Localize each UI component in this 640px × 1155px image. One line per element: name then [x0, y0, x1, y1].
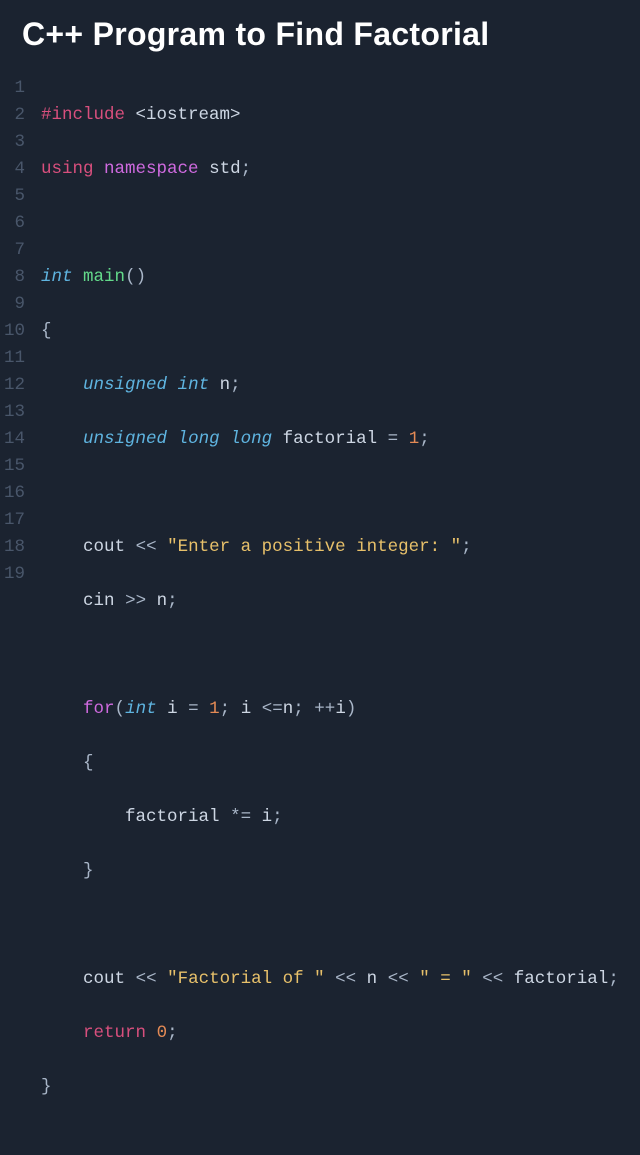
line-number: 2 [4, 102, 25, 129]
code-line: unsigned long long factorial = 1; [41, 426, 619, 453]
line-number: 15 [4, 453, 25, 480]
line-number: 16 [4, 480, 25, 507]
code-line: for(int i = 1; i <=n; ++i) [41, 696, 619, 723]
line-number: 13 [4, 399, 25, 426]
line-number: 9 [4, 291, 25, 318]
code-block: #include <iostream> using namespace std;… [41, 75, 619, 1155]
code-line: factorial *= i; [41, 804, 619, 831]
line-number: 18 [4, 534, 25, 561]
code-line: unsigned int n; [41, 372, 619, 399]
code-line: } [41, 858, 619, 885]
line-number: 7 [4, 237, 25, 264]
line-number: 10 [4, 318, 25, 345]
code-line: { [41, 750, 619, 777]
line-number: 3 [4, 129, 25, 156]
code-line: cout << "Enter a positive integer: "; [41, 534, 619, 561]
line-number: 8 [4, 264, 25, 291]
code-line [41, 480, 619, 507]
code-line [41, 912, 619, 939]
code-line [41, 210, 619, 237]
code-line: using namespace std; [41, 156, 619, 183]
code-line: { [41, 318, 619, 345]
code-editor: 1 2 3 4 5 6 7 8 9 10 11 12 13 14 15 16 1… [0, 75, 640, 1155]
line-number-gutter: 1 2 3 4 5 6 7 8 9 10 11 12 13 14 15 16 1… [4, 75, 41, 1155]
line-number: 1 [4, 75, 25, 102]
code-line: int main() [41, 264, 619, 291]
code-line: } [41, 1074, 619, 1101]
code-line: cout << "Factorial of " << n << " = " <<… [41, 966, 619, 993]
code-line: cin >> n; [41, 588, 619, 615]
line-number: 17 [4, 507, 25, 534]
code-line: return 0; [41, 1020, 619, 1047]
code-line: #include <iostream> [41, 102, 619, 129]
line-number: 6 [4, 210, 25, 237]
line-number: 11 [4, 345, 25, 372]
line-number: 19 [4, 561, 25, 588]
line-number: 5 [4, 183, 25, 210]
line-number: 14 [4, 426, 25, 453]
code-line [41, 642, 619, 669]
page-title: C++ Program to Find Factorial [0, 0, 640, 75]
line-number: 4 [4, 156, 25, 183]
line-number: 12 [4, 372, 25, 399]
